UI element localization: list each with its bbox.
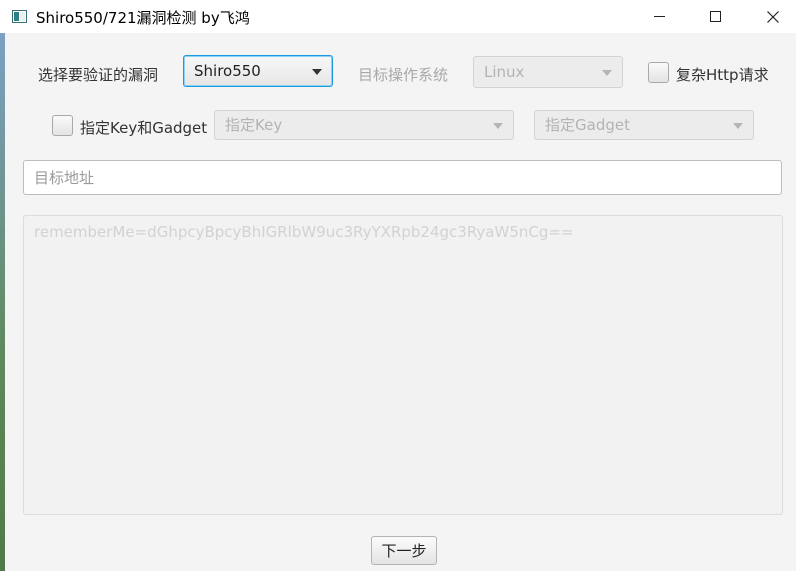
close-button[interactable]	[744, 0, 796, 33]
chevron-down-icon	[602, 70, 612, 76]
next-button[interactable]: 下一步	[371, 536, 437, 565]
maximize-icon	[709, 11, 721, 22]
specify-key-gadget-label: 指定Key和Gadget	[80, 119, 208, 137]
target-url-input[interactable]	[23, 160, 782, 195]
chevron-down-icon	[733, 123, 743, 129]
chevron-down-icon	[493, 123, 503, 129]
key-select[interactable]: 指定Key	[214, 110, 514, 140]
complex-http-checkbox[interactable]	[648, 62, 669, 83]
vuln-select[interactable]: Shiro550	[183, 55, 333, 87]
cookie-textarea[interactable]	[23, 215, 783, 515]
title-bar[interactable]: Shiro550/721漏洞检测 by飞鸿	[0, 0, 796, 33]
app-icon	[12, 10, 27, 23]
gadget-select-placeholder: 指定Gadget	[545, 116, 630, 134]
window-title: Shiro550/721漏洞检测 by飞鸿	[36, 9, 250, 27]
close-icon	[767, 10, 779, 23]
os-select-label: 目标操作系统	[358, 66, 449, 84]
minimize-icon	[653, 16, 665, 17]
maximize-button[interactable]	[686, 0, 744, 33]
chevron-down-icon	[312, 69, 322, 75]
vuln-select-label: 选择要验证的漏洞	[38, 66, 159, 84]
vuln-select-value: Shiro550	[194, 62, 261, 80]
complex-http-label: 复杂Http请求	[676, 66, 769, 84]
minimize-button[interactable]	[630, 0, 688, 33]
os-select[interactable]: Linux	[473, 56, 623, 88]
specify-key-gadget-checkbox[interactable]	[52, 115, 73, 136]
os-select-value: Linux	[484, 63, 525, 81]
key-select-placeholder: 指定Key	[225, 116, 283, 134]
gadget-select[interactable]: 指定Gadget	[534, 110, 754, 140]
